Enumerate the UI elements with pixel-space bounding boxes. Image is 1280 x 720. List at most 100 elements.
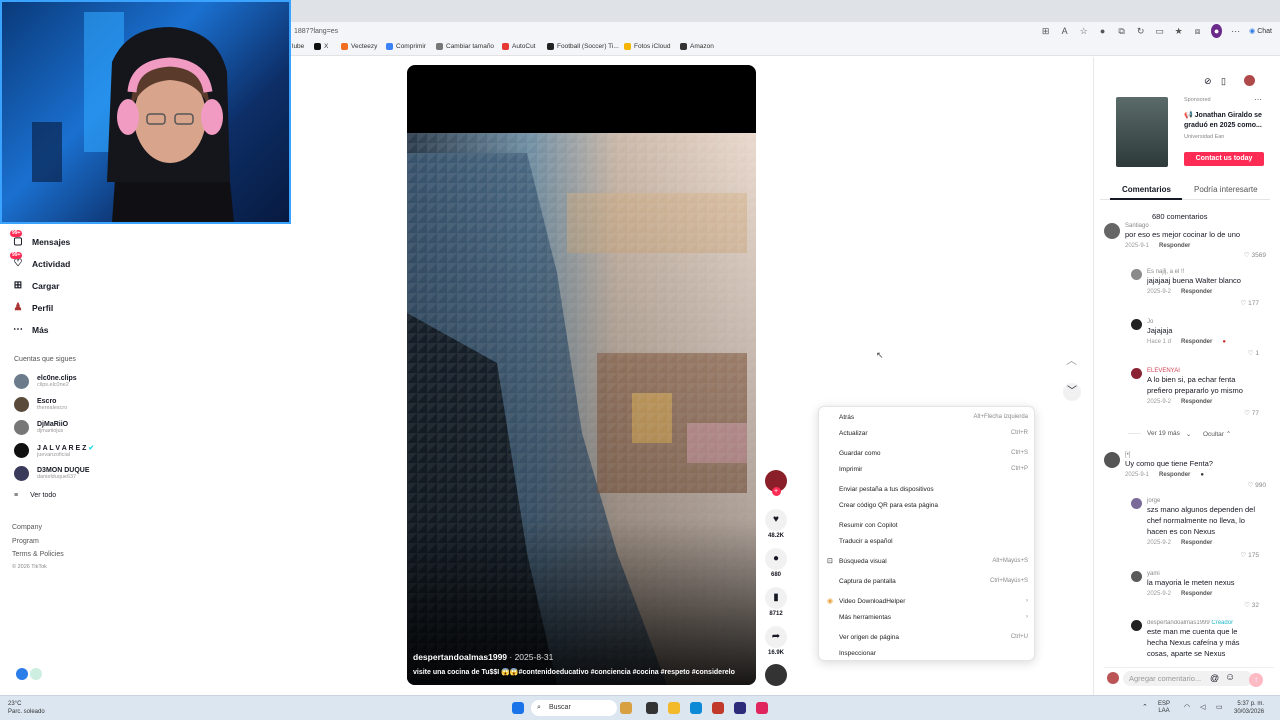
- weather-widget[interactable]: 23°C Parc. soleado: [8, 700, 45, 716]
- avatar[interactable]: [1131, 269, 1142, 280]
- avatar[interactable]: [1104, 452, 1120, 468]
- follow-plus-icon[interactable]: +: [771, 487, 781, 496]
- footer-link-program[interactable]: Program: [12, 538, 39, 545]
- comment-like-button[interactable]: ♡ 77: [1244, 409, 1259, 417]
- menu-dots-icon[interactable]: ⋯: [1230, 24, 1241, 38]
- taskbar-search[interactable]: ⌕ Buscar: [531, 700, 617, 716]
- comment-like-button[interactable]: ♡ 1: [1248, 349, 1259, 357]
- theme-toggle-icon[interactable]: [30, 668, 42, 680]
- file-explorer-icon[interactable]: [668, 702, 680, 714]
- comment-like-button[interactable]: ♡ 990: [1248, 481, 1267, 489]
- avatar[interactable]: [1131, 498, 1142, 509]
- see-all-link[interactable]: ≡ Ver todo: [14, 492, 56, 499]
- following-account[interactable]: elc0ne.clips clips.elc0ne2: [14, 374, 77, 389]
- collections-icon[interactable]: ⧈: [1192, 24, 1203, 38]
- windows-start-icon[interactable]: [512, 702, 524, 714]
- reply-button[interactable]: Responder: [1181, 289, 1212, 295]
- menu-item-copilot-summary[interactable]: Resumir con Copilot: [839, 519, 1028, 531]
- tiktok-icon[interactable]: [756, 702, 768, 714]
- ad-title[interactable]: 📢 Jonathan Giraldo se graduó en 2025 com…: [1184, 111, 1270, 131]
- ad-cta-button[interactable]: Contact us today: [1184, 152, 1264, 166]
- author-avatar-button[interactable]: +: [764, 470, 788, 496]
- sidebar-item-upload[interactable]: ⊞ Cargar: [12, 280, 60, 292]
- view-more-replies[interactable]: —— Ver 19 más ⌄: [1128, 430, 1191, 438]
- language-indicator[interactable]: ESP LAA: [1158, 701, 1170, 715]
- bookmark-item[interactable]: Cambiar tamaño: [436, 43, 494, 50]
- share-button[interactable]: ➦ 16.9K: [764, 626, 788, 656]
- tab-comments[interactable]: Comentarios: [1122, 185, 1171, 194]
- battery-icon[interactable]: ▭: [1216, 703, 1223, 711]
- emoji-icon[interactable]: ☺: [1225, 672, 1235, 683]
- comment-like-button[interactable]: ♡ 32: [1244, 601, 1259, 609]
- premiere-icon[interactable]: [734, 702, 746, 714]
- bookmark-item[interactable]: lube: [292, 43, 304, 50]
- taskbar-clock[interactable]: 5:37 p. m. 30/03/2026: [1234, 700, 1264, 716]
- chevron-up-icon[interactable]: ︿: [1066, 352, 1077, 368]
- comment-like-button[interactable]: ♡ 177: [1241, 299, 1260, 307]
- ad-image[interactable]: [1116, 97, 1168, 167]
- ad-options-icon[interactable]: ⋯: [1254, 95, 1262, 104]
- device-icon[interactable]: ▯: [1221, 76, 1226, 87]
- read-mode-icon[interactable]: ⊞: [1040, 24, 1051, 38]
- avatar[interactable]: [1131, 620, 1142, 631]
- menu-item-translate[interactable]: Traducir a español: [839, 535, 1028, 547]
- sidebar-item-activity[interactable]: ♡ 99+ Actividad: [10, 252, 70, 270]
- following-account[interactable]: D3MON DUQUE danielduque637: [14, 466, 90, 481]
- sidebar-item-more[interactable]: ⋯ Más: [12, 324, 49, 336]
- hide-replies[interactable]: Ocultar ⌃: [1203, 430, 1231, 438]
- menu-item-screenshot[interactable]: Captura de pantalla Ctrl+Mayús+S: [839, 575, 1028, 587]
- tab-suggested[interactable]: Podría interesarte: [1194, 185, 1258, 194]
- following-account[interactable]: Escro therealescro: [14, 397, 67, 412]
- refresh-icon[interactable]: ↻: [1135, 24, 1146, 38]
- following-account[interactable]: DjMaRiiO djmariiojus: [14, 420, 68, 435]
- menu-item-qr-code[interactable]: Crear código QR para esta página: [839, 499, 1028, 511]
- mention-icon[interactable]: @: [1210, 673, 1219, 683]
- reply-button[interactable]: Responder: [1159, 243, 1190, 249]
- menu-item-video-downloadhelper[interactable]: ◉ Video DownloadHelper ›: [827, 595, 1028, 607]
- menu-item-view-source[interactable]: Ver origen de página Ctrl+U: [839, 631, 1028, 643]
- footer-link-company[interactable]: Company: [12, 524, 42, 531]
- reply-button[interactable]: Responder: [1181, 540, 1212, 546]
- reply-button[interactable]: Responder: [1181, 339, 1212, 345]
- menu-item-send-tab[interactable]: Enviar pestaña a tus dispositivos: [839, 483, 1028, 495]
- extensions-icon[interactable]: ⧉: [1116, 24, 1127, 38]
- app-download-icon[interactable]: [16, 668, 28, 680]
- zoom-icon[interactable]: A: [1059, 24, 1070, 38]
- like-button[interactable]: ♥ 48.2K: [764, 509, 788, 539]
- bookmark-item[interactable]: Comprimir: [386, 43, 426, 50]
- bookmark-item[interactable]: X: [314, 43, 328, 50]
- menu-item-inspect[interactable]: Inspeccionar: [839, 647, 1028, 659]
- video-author[interactable]: despertandoalmas1999 · 2025-8-31: [413, 652, 553, 662]
- menu-item-print[interactable]: Imprimir Ctrl+P: [839, 463, 1028, 475]
- volume-icon[interactable]: ◁: [1200, 703, 1205, 711]
- footer-link-terms[interactable]: Terms & Policies: [12, 551, 64, 558]
- explore-icon[interactable]: ⊘: [1204, 76, 1212, 87]
- menu-item-back[interactable]: Atrás Alt+Flecha izquierda: [839, 411, 1028, 423]
- menu-item-more-tools[interactable]: Más herramientas ›: [839, 611, 1028, 623]
- bookmark-item[interactable]: Football (Soccer) Ti...: [547, 43, 619, 50]
- profile-avatar-icon[interactable]: ●: [1211, 24, 1223, 38]
- bookmark-item[interactable]: Vecteezy: [341, 43, 377, 50]
- taskbar-app-icon[interactable]: [712, 702, 724, 714]
- menu-item-save-as[interactable]: Guardar como Ctrl+S: [839, 447, 1028, 459]
- avatar[interactable]: [1131, 571, 1142, 582]
- menu-item-refresh[interactable]: Actualizar Ctrl+R: [839, 427, 1028, 439]
- bookmark-item[interactable]: AutoCut: [502, 43, 536, 50]
- save-button[interactable]: ▮ 8712: [764, 587, 788, 617]
- sidebar-item-messages[interactable]: ▢ 99+ Mensajes: [10, 230, 70, 248]
- tray-chevron-icon[interactable]: ⌃: [1142, 703, 1148, 711]
- reply-button[interactable]: Responder: [1181, 591, 1212, 597]
- taskbar-app-icon[interactable]: [620, 702, 632, 714]
- task-view-icon[interactable]: [646, 702, 658, 714]
- reply-button[interactable]: Responder: [1159, 472, 1190, 478]
- extension-icon[interactable]: ●: [1097, 24, 1108, 38]
- following-account[interactable]: J A L V A R E Z ✔ juevanzoficial: [14, 443, 94, 458]
- profile-avatar[interactable]: [1244, 75, 1255, 86]
- avatar[interactable]: [1131, 319, 1142, 330]
- reply-button[interactable]: Responder: [1181, 399, 1212, 405]
- send-comment-button[interactable]: ↑: [1249, 673, 1263, 687]
- favorite-icon[interactable]: ☆: [1078, 24, 1089, 38]
- comment-button[interactable]: ● 680: [764, 548, 788, 578]
- copilot-chat-button[interactable]: ◉ Chat: [1249, 27, 1272, 35]
- bookmark-item[interactable]: Fotos iCloud: [624, 43, 671, 50]
